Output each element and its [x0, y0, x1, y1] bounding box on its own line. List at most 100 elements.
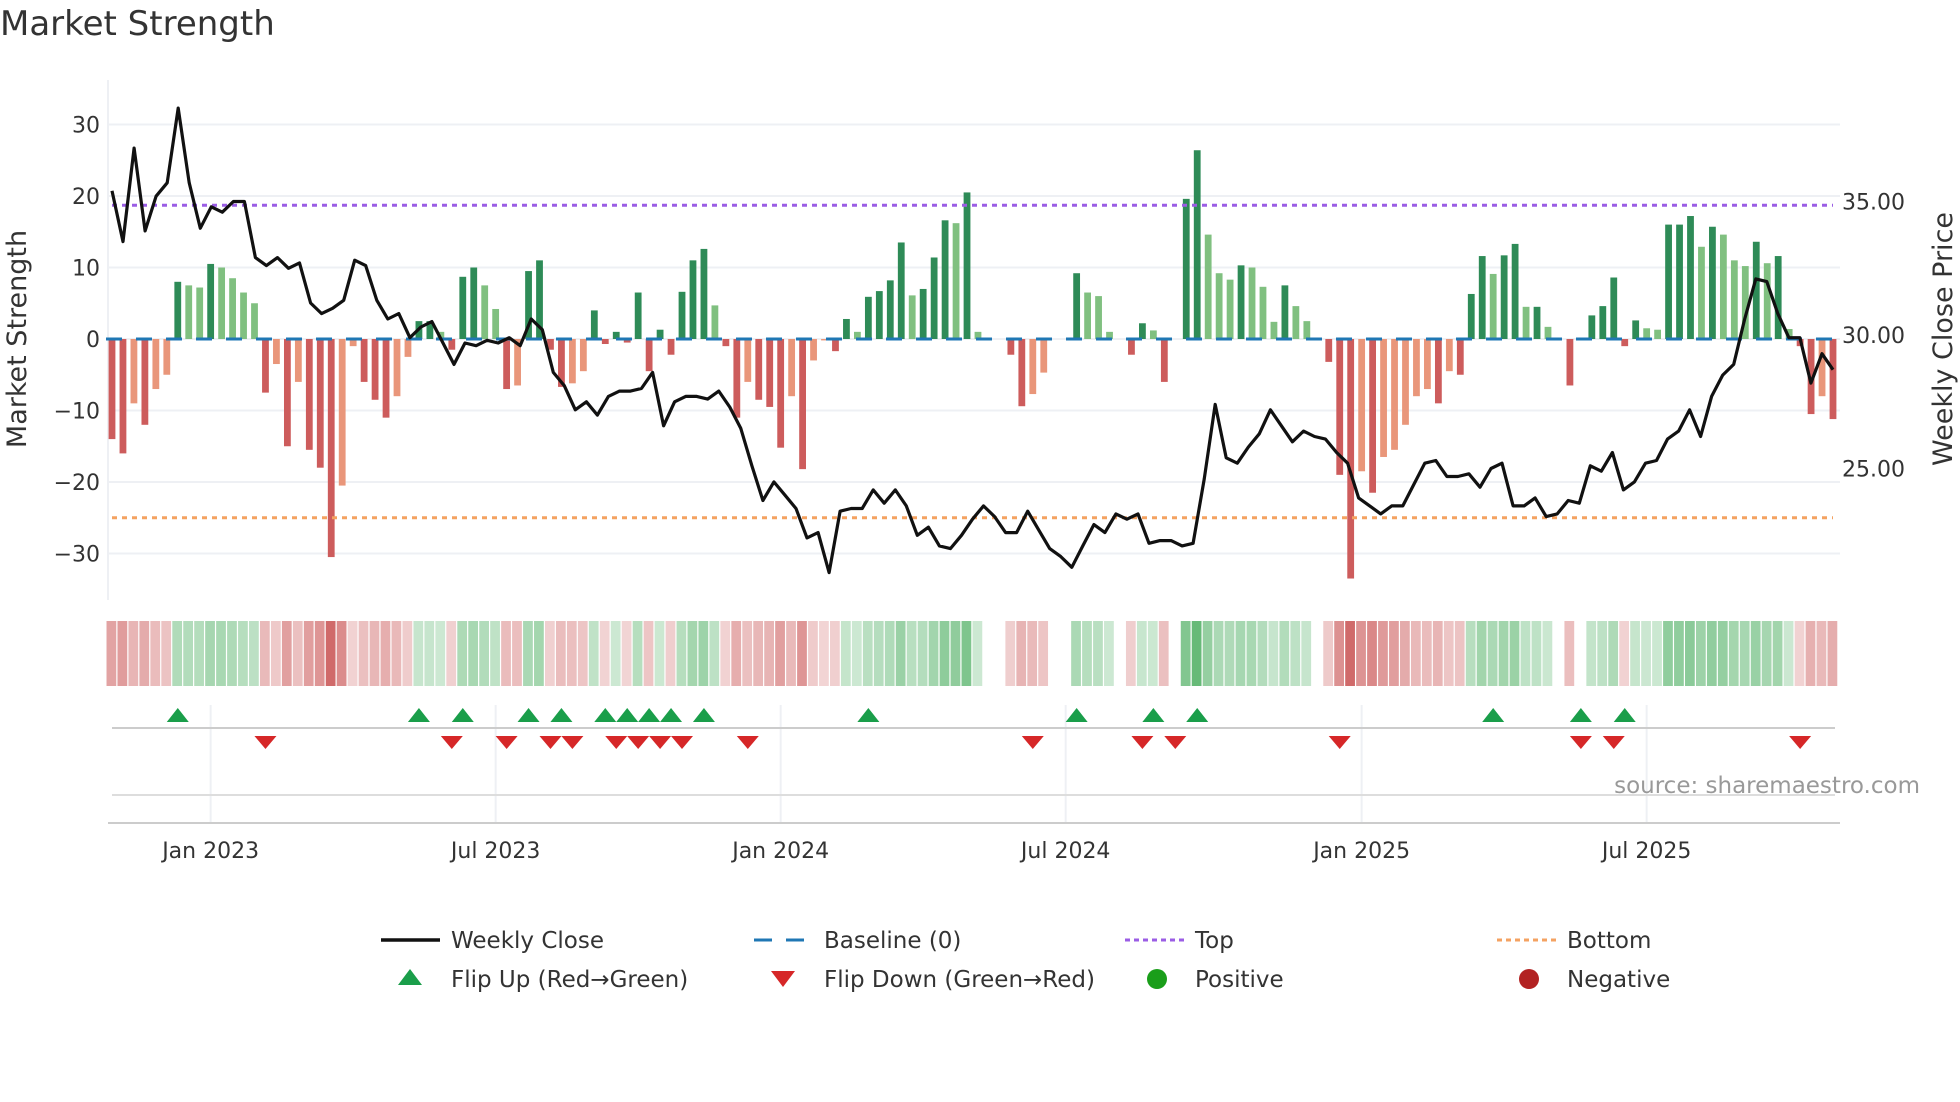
- heat-cell: [1509, 621, 1520, 686]
- positive-bar: [1522, 306, 1530, 339]
- negative-bar: [163, 339, 171, 375]
- legend-label: Positive: [1195, 967, 1284, 993]
- negative-bar: [1818, 339, 1826, 397]
- negative-bar: [810, 339, 817, 361]
- positive-bar: [930, 257, 938, 339]
- legend-label: Negative: [1567, 967, 1670, 993]
- flip-down-marker: [627, 736, 650, 749]
- legend-item-baseline: Baseline (0): [754, 928, 961, 954]
- heat-cell: [555, 621, 566, 686]
- positive-bar: [185, 285, 193, 339]
- heat-cell: [764, 621, 774, 686]
- heat-cell: [654, 621, 665, 686]
- heat-cell: [808, 621, 818, 686]
- heat-cell: [183, 621, 194, 686]
- flip-up-marker: [616, 708, 639, 722]
- heat-cell: [961, 621, 972, 686]
- heat-cell: [621, 621, 632, 686]
- y-tick-label: −10: [54, 400, 100, 425]
- heat-cell: [1071, 621, 1081, 686]
- negative-bar: [1128, 339, 1135, 355]
- heat-cell: [1115, 621, 1125, 686]
- heat-cell: [1663, 621, 1673, 686]
- legend-swatch-flip-up: [398, 969, 422, 985]
- positive-bar: [897, 242, 905, 339]
- negative-bar: [1434, 339, 1442, 404]
- heat-cell: [1367, 621, 1377, 686]
- heat-cell: [1400, 621, 1410, 686]
- negative-bar: [645, 339, 653, 372]
- heat-cell: [303, 621, 314, 686]
- heat-cell: [1147, 621, 1158, 686]
- negative-bar: [1007, 339, 1015, 355]
- heat-cell: [468, 621, 479, 686]
- negative-bar: [799, 339, 806, 470]
- heat-cell: [1619, 621, 1630, 686]
- heat-cell: [1586, 621, 1597, 686]
- flip-up-marker: [1569, 708, 1592, 722]
- positive-bar: [1489, 273, 1497, 339]
- positive-bar: [590, 310, 598, 339]
- heat-cell: [249, 621, 259, 686]
- positive-bar: [1478, 256, 1486, 339]
- heat-cell: [380, 621, 391, 686]
- heat-cell: [523, 621, 533, 686]
- heat-cell: [314, 621, 325, 686]
- negative-bar: [294, 339, 302, 382]
- negative-bar: [1369, 339, 1377, 493]
- positive-bar: [1182, 198, 1190, 339]
- flip-up-marker: [517, 708, 540, 722]
- y-tick-label: 30: [72, 114, 100, 139]
- positive-bar: [1259, 286, 1267, 339]
- positive-bar: [963, 192, 971, 339]
- heat-cell: [797, 621, 807, 686]
- x-tick-label: Jan 2024: [730, 839, 829, 864]
- flip-up-marker: [857, 708, 880, 722]
- positive-bar: [1303, 321, 1311, 339]
- heat-cell: [599, 621, 610, 686]
- heat-cell: [369, 621, 380, 686]
- heat-cell: [1487, 621, 1498, 686]
- positive-bar: [1643, 328, 1651, 339]
- heat-cell: [1104, 621, 1114, 686]
- negative-bar: [108, 339, 116, 440]
- negative-bar: [316, 339, 324, 468]
- heat-cell: [106, 621, 117, 686]
- heat-cell: [1597, 621, 1608, 686]
- positive-bar: [1730, 260, 1738, 339]
- positive-bar: [240, 292, 247, 339]
- x-tick-label: Jan 2025: [1311, 839, 1410, 864]
- negative-bar: [1424, 339, 1431, 390]
- legend-label: Weekly Close: [451, 928, 604, 954]
- positive-bar: [1676, 224, 1683, 339]
- heat-cell: [413, 621, 424, 686]
- positive-bar: [941, 220, 949, 339]
- positive-bar: [1215, 273, 1223, 339]
- y2-axis-title: Weekly Close Price: [1928, 212, 1959, 466]
- negative-bar: [1040, 339, 1048, 373]
- heat-cell: [1717, 621, 1728, 686]
- heat-cell: [1082, 621, 1092, 686]
- positive-bar: [1610, 277, 1618, 339]
- flip-down-marker: [440, 736, 463, 749]
- heat-cell: [336, 621, 347, 686]
- negative-bar: [1358, 339, 1366, 472]
- y-tick-label: −30: [54, 543, 100, 568]
- heat-cell: [194, 621, 204, 686]
- negative-bar: [1621, 339, 1629, 347]
- market-strength-chart: 30 20 10 0 −10 −20 −30 35.00 30.00 25.00 Market St…: [2, 80, 1959, 993]
- heat-cell: [490, 621, 500, 686]
- positive-bar: [492, 308, 500, 339]
- y2-tick-label: 35.00: [1842, 191, 1905, 216]
- heat-cell: [238, 621, 248, 686]
- heat-cell: [1191, 621, 1202, 686]
- y-tick-label: 10: [72, 257, 100, 282]
- positive-bar: [1193, 150, 1201, 339]
- flip-down-marker: [649, 736, 672, 749]
- negative-bar: [766, 339, 774, 407]
- heat-cell: [1465, 621, 1476, 686]
- heat-cell: [983, 621, 993, 686]
- positive-bar: [1270, 321, 1278, 339]
- heat-cell: [512, 621, 522, 686]
- heat-cell: [1432, 621, 1443, 686]
